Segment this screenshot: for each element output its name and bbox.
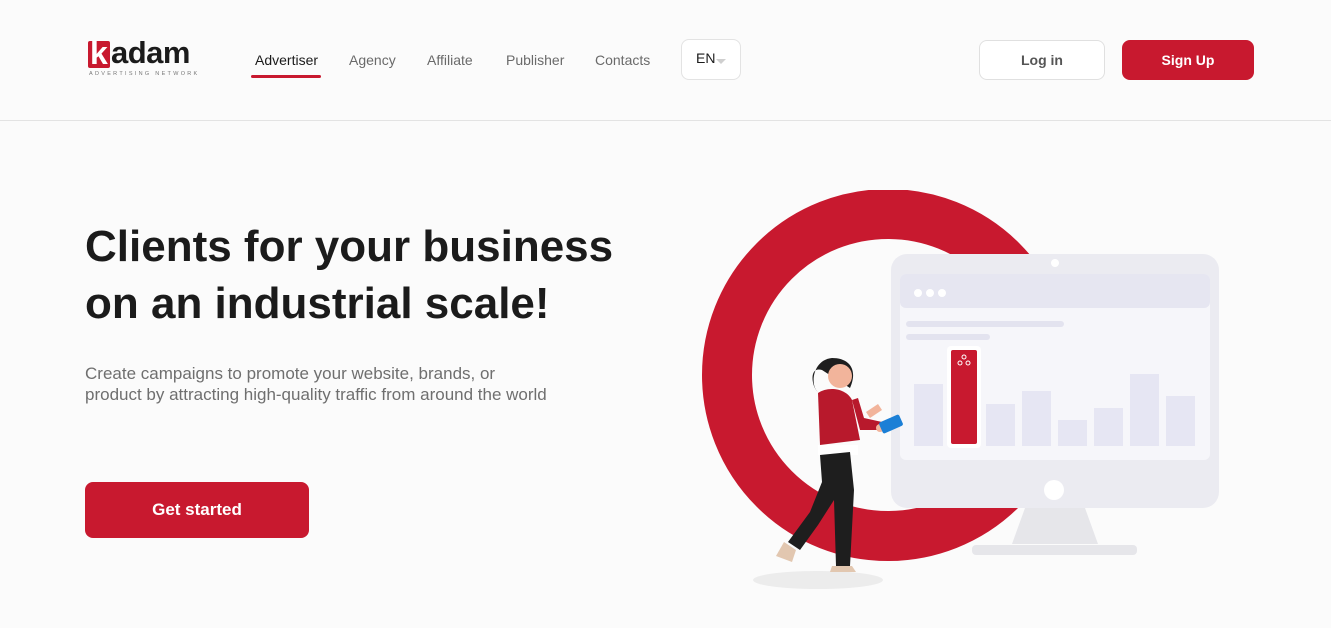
kadam-logo[interactable]: k adam ADVERTISING NETWORK [88,37,212,79]
nav-item-advertiser[interactable]: Advertiser [255,52,318,68]
nav-item-publisher[interactable]: Publisher [506,52,564,68]
nav-item-contacts[interactable]: Contacts [595,52,650,68]
logo-letter: k [90,35,108,71]
get-started-button[interactable]: Get started [85,482,309,538]
monitor-bar [1094,408,1123,446]
nav-item-affiliate[interactable]: Affiliate [427,52,473,68]
logo-mark: k [88,37,110,69]
hero-title-line-2: on an industrial scale! [85,279,550,328]
monitor-bar [986,404,1015,446]
login-button[interactable]: Log in [979,40,1105,80]
monitor-bar [1130,374,1159,446]
hero-title-line-1: Clients for your business [85,222,614,271]
chevron-down-icon [716,59,726,64]
monitor-bar [914,384,943,446]
hero-title: Clients for your business on an industri… [85,218,685,332]
logo-tagline: ADVERTISING NETWORK [89,71,200,77]
monitor-bar [1166,396,1195,446]
language-selector[interactable]: EN [681,39,741,80]
logo-wordmark: adam [111,35,190,70]
highlight-card [947,346,981,448]
nav-item-agency[interactable]: Agency [349,52,396,68]
monitor-bar [1058,420,1087,446]
nav-active-underline [251,75,321,78]
monitor-bar [1022,391,1051,446]
site-header: k adam ADVERTISING NETWORK Advertiser Ag… [0,0,1331,121]
language-label: EN [696,50,716,66]
signup-button[interactable]: Sign Up [1122,40,1254,80]
hero-subtitle: Create campaigns to promote your website… [85,364,547,404]
hero-illustration [702,190,1219,589]
